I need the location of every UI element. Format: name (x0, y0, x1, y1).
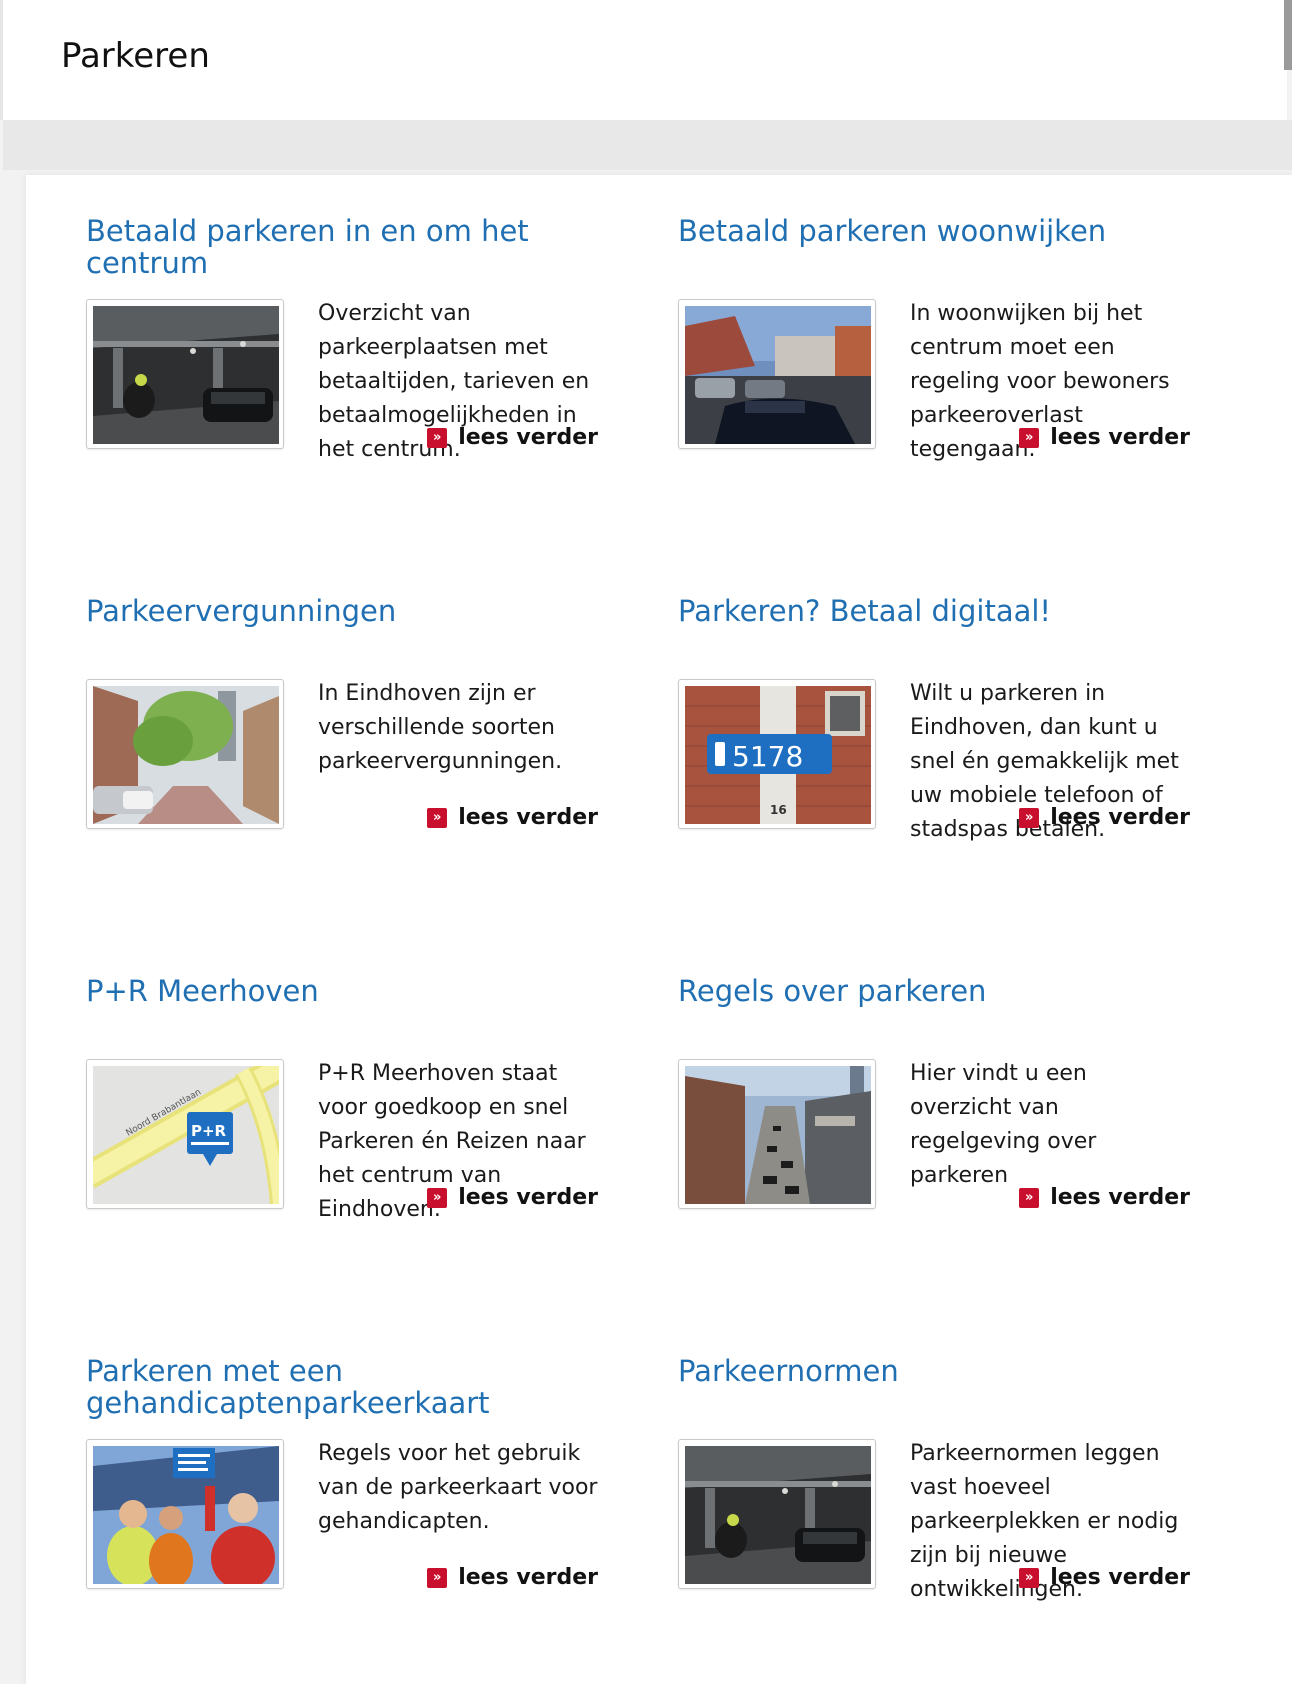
read-more-label: lees verder (458, 425, 598, 450)
double-chevron-right-icon: » (427, 1567, 448, 1588)
card-grid: Betaald parkeren in en om het centrum Ov… (86, 215, 1236, 1684)
card-betaald-parkeren-woonwijken: Betaald parkeren woonwijken In woonwijke… (678, 215, 1190, 595)
double-chevron-right-icon: » (1019, 1187, 1040, 1208)
card-gehandicaptenparkeerkaart: Parkeren met een gehandicaptenparkeerkaa… (86, 1355, 598, 1684)
read-more-link[interactable]: » lees verder (1019, 805, 1190, 830)
card-description: In Eindhoven zijn er verschillende soort… (318, 681, 563, 774)
parking-zone-sign-photo-icon: 5178 16 (685, 686, 871, 824)
read-more-link[interactable]: » lees verder (427, 1565, 598, 1590)
parking-garage-photo-icon (685, 1446, 871, 1584)
read-more-label: lees verder (458, 1185, 598, 1210)
card-betaald-parkeren-centrum: Betaald parkeren in en om het centrum Ov… (86, 215, 598, 595)
read-more-label: lees verder (1050, 1565, 1190, 1590)
card-title[interactable]: Parkeernormen (678, 1355, 1190, 1419)
read-more-label: lees verder (458, 1565, 598, 1590)
city-street-photo-icon (93, 686, 279, 824)
card-title[interactable]: Regels over parkeren (678, 975, 1190, 1039)
card-parkeernormen: Parkeernormen Parkeernormen leggen vast … (678, 1355, 1190, 1684)
card-thumbnail[interactable]: 5178 16 (678, 679, 876, 829)
map-icon: Noord Brabantlaan P+R (93, 1066, 279, 1204)
card-thumbnail[interactable] (678, 1059, 876, 1209)
card-thumbnail[interactable] (86, 679, 284, 829)
card-thumbnail[interactable]: Noord Brabantlaan P+R (86, 1059, 284, 1209)
read-more-label: lees verder (458, 805, 598, 830)
card-thumbnail[interactable] (86, 299, 284, 449)
read-more-link[interactable]: » lees verder (427, 425, 598, 450)
card-betaal-digitaal: Parkeren? Betaal digitaal! 5178 16 Wilt … (678, 595, 1190, 975)
card-parkeervergunningen: Parkeervergunningen In Eindhoven zijn er… (86, 595, 598, 975)
card-regels-over-parkeren: Regels over parkeren Hier vindt u een ov… (678, 975, 1190, 1355)
double-chevron-right-icon: » (1019, 807, 1040, 828)
card-description: Hier vindt u een overzicht van regelgevi… (910, 1061, 1097, 1188)
double-chevron-right-icon: » (427, 1187, 448, 1208)
content-panel: Betaald parkeren in en om het centrum Ov… (26, 175, 1292, 1684)
page: Parkeren Betaald parkeren in en om het c… (0, 0, 1292, 1684)
read-more-link[interactable]: » lees verder (1019, 425, 1190, 450)
read-more-link[interactable]: » lees verder (1019, 1565, 1190, 1590)
card-title[interactable]: Parkeren met een gehandicaptenparkeerkaa… (86, 1355, 598, 1419)
card-pr-meerhoven: P+R Meerhoven Noord Brabantlaan P+R P+R … (86, 975, 598, 1355)
card-title[interactable]: Betaald parkeren woonwijken (678, 215, 1190, 279)
read-more-link[interactable]: » lees verder (1019, 1185, 1190, 1210)
read-more-label: lees verder (1050, 805, 1190, 830)
card-thumbnail[interactable] (86, 1439, 284, 1589)
read-more-link[interactable]: » lees verder (427, 1185, 598, 1210)
read-more-label: lees verder (1050, 425, 1190, 450)
header-divider-band (3, 120, 1292, 170)
parking-garage-photo-icon (93, 306, 279, 444)
double-chevron-right-icon: » (427, 427, 448, 448)
page-title: Parkeren (61, 36, 210, 76)
header-left-border (0, 0, 3, 120)
card-title[interactable]: Parkeren? Betaal digitaal! (678, 595, 1190, 659)
scrollbar[interactable] (1284, 0, 1292, 70)
card-description: Regels voor het gebruik van de parkeerka… (318, 1441, 598, 1534)
pole-number-label: 16 (770, 803, 787, 817)
double-chevron-right-icon: » (427, 807, 448, 828)
card-thumbnail[interactable] (678, 299, 876, 449)
pr-sign-label: P+R (191, 1122, 227, 1140)
card-title[interactable]: Betaald parkeren in en om het centrum (86, 215, 598, 279)
double-chevron-right-icon: » (1019, 1567, 1040, 1588)
residential-street-photo-icon (685, 306, 871, 444)
read-more-link[interactable]: » lees verder (427, 805, 598, 830)
card-title[interactable]: Parkeervergunningen (86, 595, 598, 659)
card-title[interactable]: P+R Meerhoven (86, 975, 598, 1039)
city-aerial-photo-icon (685, 1066, 871, 1204)
card-thumbnail[interactable] (678, 1439, 876, 1589)
read-more-label: lees verder (1050, 1185, 1190, 1210)
disabled-parking-photo-icon (93, 1446, 279, 1584)
zone-number-label: 5178 (732, 740, 803, 773)
page-header: Parkeren (3, 0, 1287, 120)
double-chevron-right-icon: » (1019, 427, 1040, 448)
